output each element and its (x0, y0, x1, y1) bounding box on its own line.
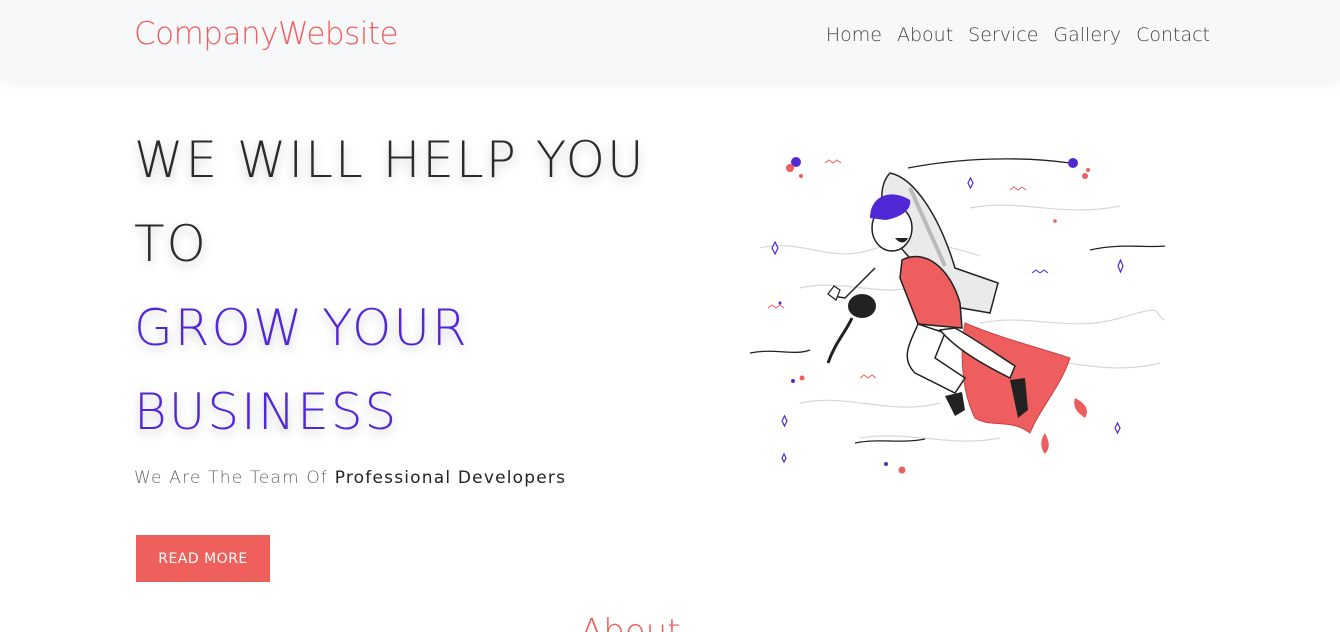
nav-link-home[interactable]: Home (826, 24, 882, 46)
nav-item-gallery: Gallery (1053, 24, 1121, 46)
hero-headline-line1: WE WILL HELP YOU (134, 131, 646, 189)
hero-headline-accent-line1: GROW YOUR (134, 299, 469, 357)
nav-link-gallery[interactable]: Gallery (1053, 24, 1121, 46)
read-more-button[interactable]: READ MORE (136, 535, 270, 582)
navbar: CompanyWebsite Home About Service Galler… (0, 0, 1340, 80)
hero-section: WE WILL HELP YOU TO GROW YOUR BUSINESS W… (134, 118, 654, 488)
nav-item-about: About (897, 24, 953, 46)
hero-headline-line2: TO (134, 215, 208, 273)
nav-link-contact[interactable]: Contact (1136, 24, 1210, 46)
nav-menu: Home About Service Gallery Contact (826, 24, 1210, 46)
hero-headline-accent-line2: BUSINESS (134, 383, 399, 441)
about-section-title: About (580, 612, 681, 632)
hero-tagline: We Are The Team Of Professional Develope… (134, 468, 654, 488)
tagline-strong: Professional Developers (334, 468, 567, 488)
nav-link-about[interactable]: About (897, 24, 953, 46)
nav-item-contact: Contact (1136, 24, 1210, 46)
nav-item-home: Home (826, 24, 882, 46)
nav-item-service: Service (968, 24, 1038, 46)
tagline-plain: We Are The Team Of (134, 468, 335, 488)
brand-logo[interactable]: CompanyWebsite (134, 16, 399, 52)
rocket-boy-illustration (749, 157, 1166, 474)
nav-link-service[interactable]: Service (968, 24, 1038, 46)
